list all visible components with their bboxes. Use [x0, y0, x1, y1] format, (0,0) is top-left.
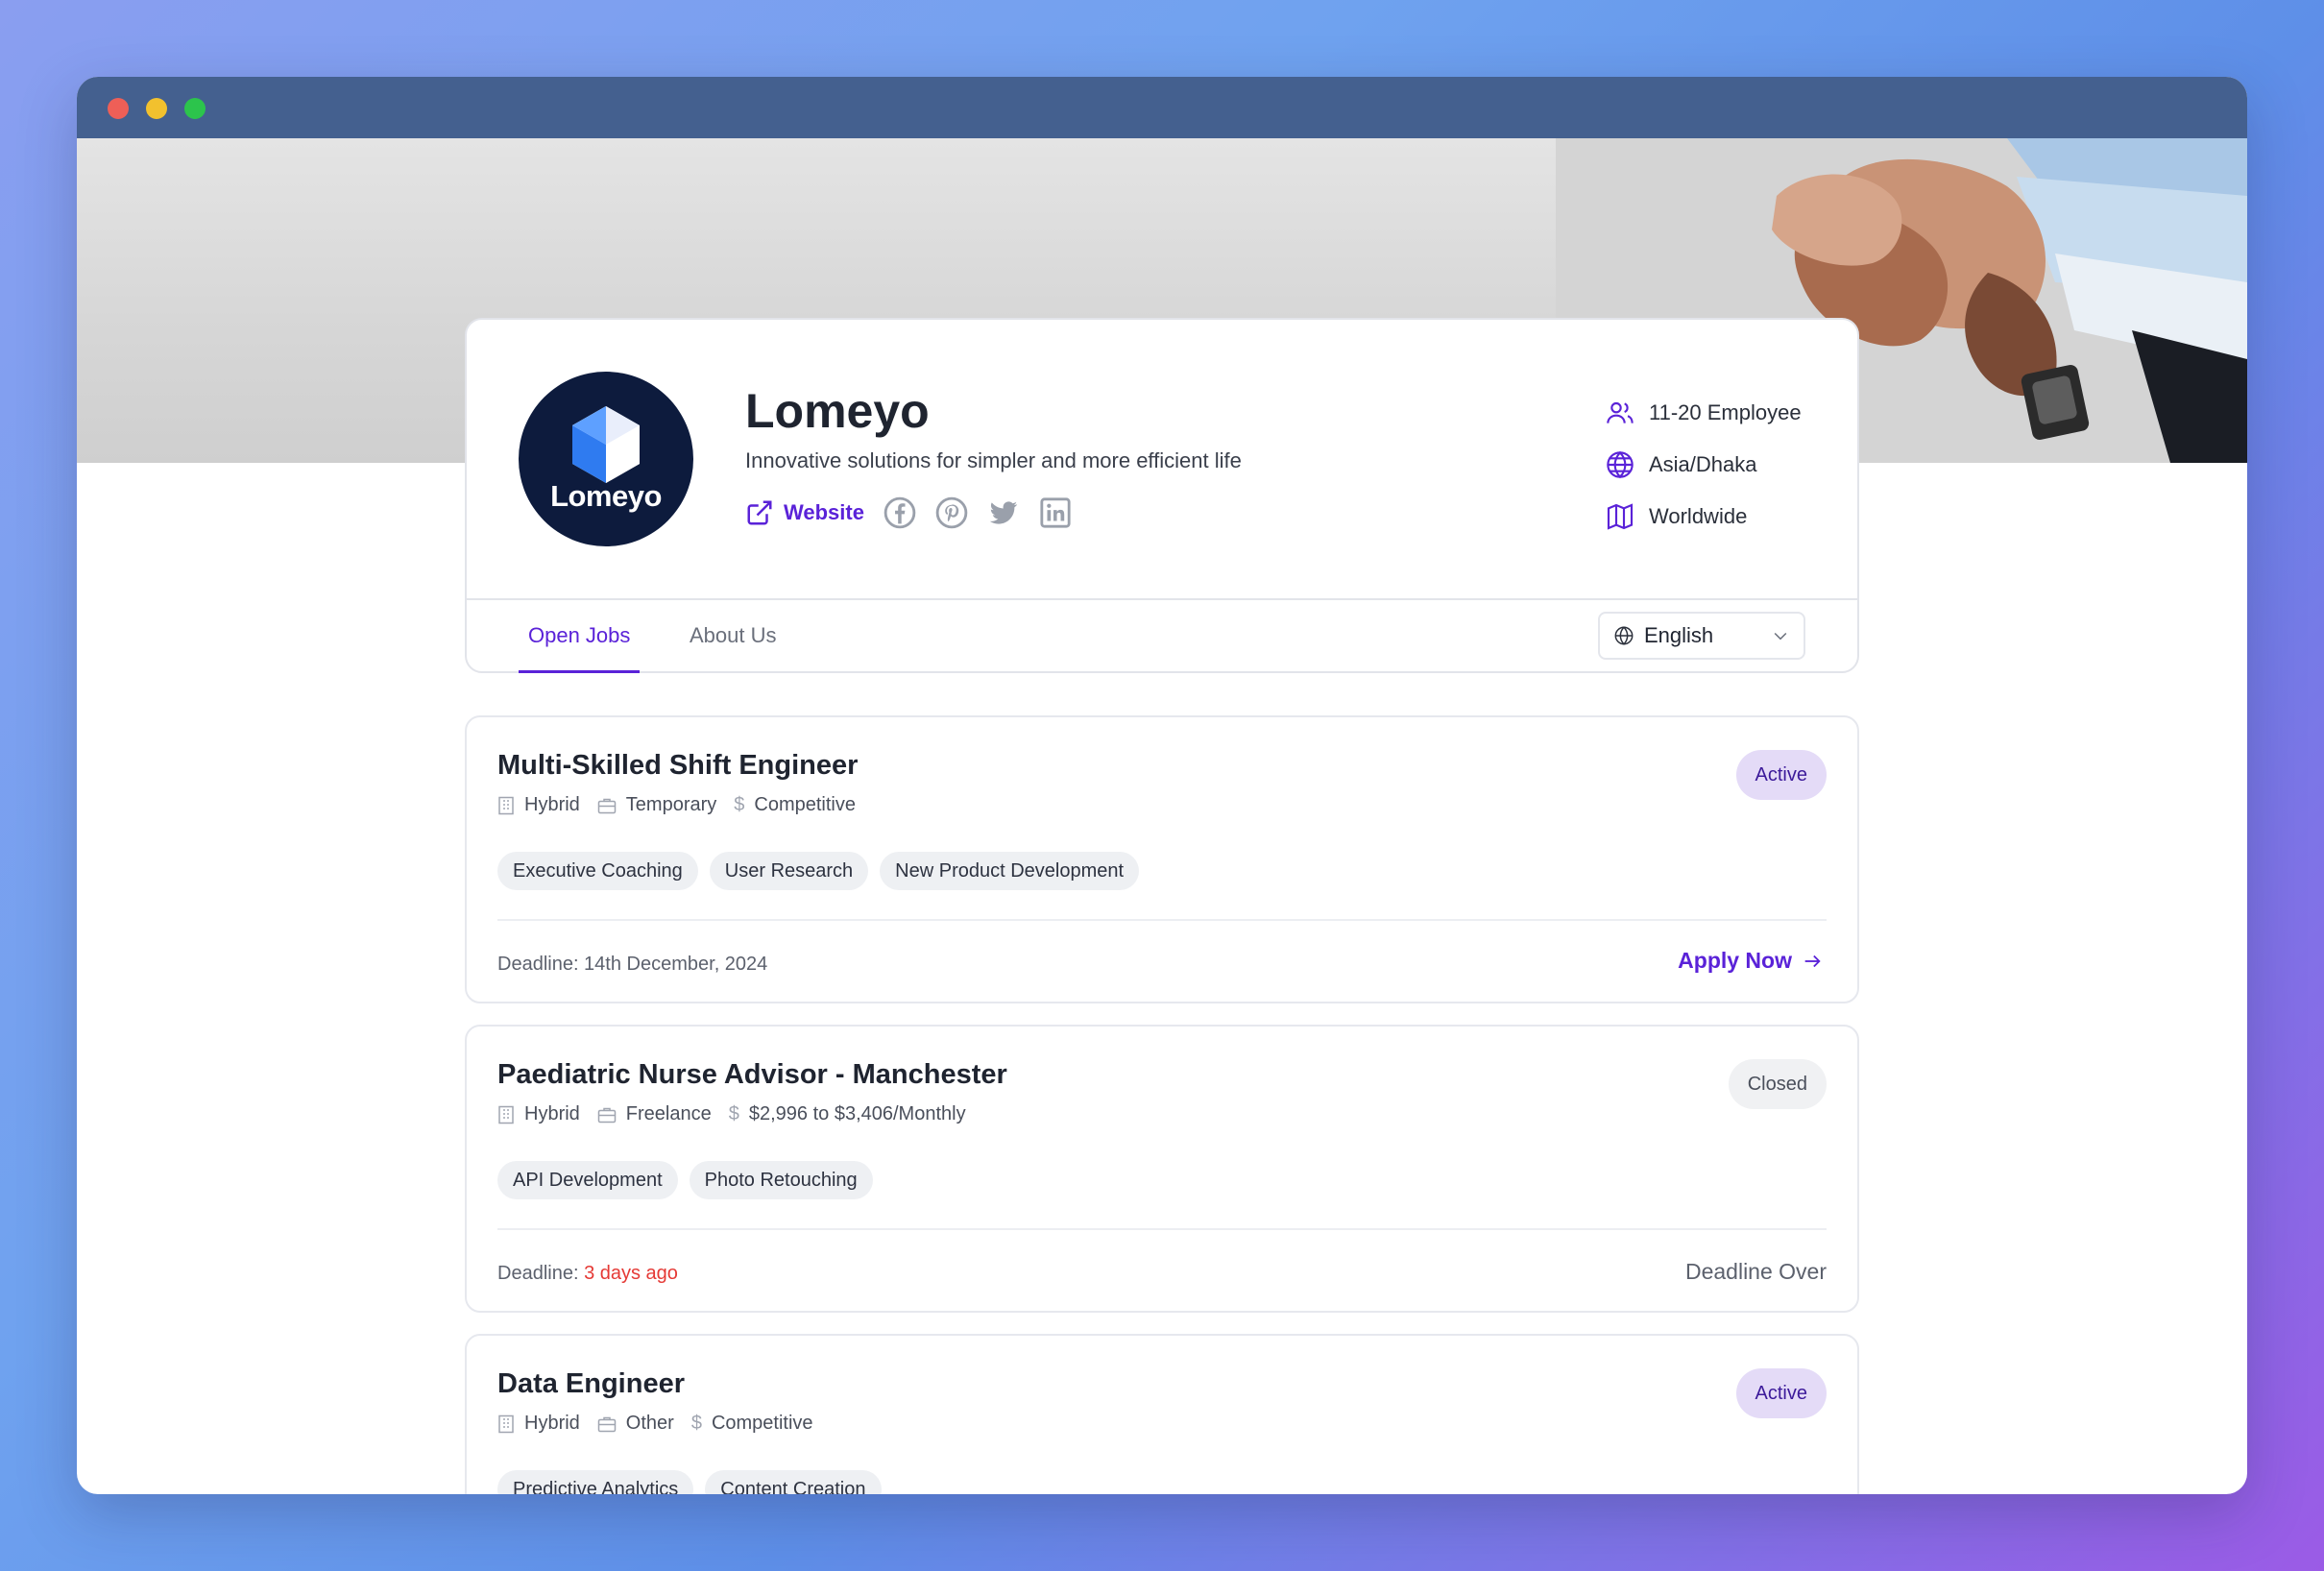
company-meta: 11-20 Employee Asia/Dhaka Worldwide [1605, 387, 1802, 543]
pinterest-icon[interactable] [935, 496, 968, 529]
external-link-icon [747, 500, 772, 525]
dollar-icon: $ [690, 1413, 702, 1434]
deadline-over-label: Deadline Over [1684, 1259, 1827, 1284]
close-window-button[interactable] [108, 98, 129, 119]
maximize-window-button[interactable] [184, 98, 206, 119]
twitter-icon[interactable] [987, 496, 1020, 529]
skill-tag: Content Creation [705, 1470, 882, 1494]
apply-now-button[interactable]: Apply Now [1678, 948, 1823, 974]
company-profile-card: Lomeyo Lomeyo Innovative solutions for s… [465, 318, 1859, 673]
cube-logo-icon [572, 406, 640, 483]
globe-icon [1614, 626, 1634, 645]
job-meta: Hybrid Temporary $ Competitive [497, 794, 873, 816]
profile-tabs: Open Jobs About Us English [467, 598, 1857, 673]
deadline-relative: 3 days ago [584, 1263, 678, 1284]
building-icon [498, 1105, 514, 1124]
job-type: Other [597, 1413, 674, 1435]
job-location: Hybrid [497, 794, 580, 816]
tab-about-us[interactable]: About Us [690, 600, 777, 673]
language-label: English [1644, 623, 1714, 647]
status-badge: Active [1735, 1368, 1827, 1418]
region-text: Worldwide [1649, 504, 1748, 528]
status-badge: Active [1735, 750, 1827, 800]
skill-tag: User Research [709, 852, 869, 890]
facebook-icon[interactable] [884, 496, 916, 529]
minimize-window-button[interactable] [146, 98, 167, 119]
website-link[interactable]: Website [745, 498, 864, 527]
website-label: Website [784, 500, 864, 524]
job-type: Freelance [597, 1103, 712, 1125]
region: Worldwide [1605, 491, 1802, 543]
map-icon [1607, 503, 1634, 530]
job-location: Hybrid [497, 1103, 580, 1125]
company-logo: Lomeyo [519, 372, 693, 546]
employee-count: 11-20 Employee [1605, 387, 1802, 439]
job-salary: $ Competitive [690, 1413, 813, 1434]
job-card: Multi-Skilled Shift Engineer Hybrid Temp… [465, 715, 1859, 1003]
job-meta: Hybrid Freelance $ $2,996 to $3,406/Mont… [497, 1103, 983, 1125]
company-links: Website [745, 496, 1091, 529]
job-tags: Predictive Analytics Content Creation [497, 1470, 893, 1494]
card-divider [497, 919, 1827, 921]
job-salary: $ $2,996 to $3,406/Monthly [728, 1103, 966, 1124]
card-divider [497, 1228, 1827, 1230]
company-name: Lomeyo [745, 384, 930, 438]
building-icon [498, 796, 514, 814]
window-titlebar [77, 77, 2247, 138]
job-title[interactable]: Paediatric Nurse Advisor - Manchester [497, 1059, 1007, 1091]
job-title[interactable]: Data Engineer [497, 1368, 685, 1400]
skill-tag: API Development [497, 1161, 678, 1199]
chevron-down-icon [1774, 632, 1787, 640]
language-select[interactable]: English [1598, 612, 1805, 660]
job-location: Hybrid [497, 1413, 580, 1435]
job-deadline: Deadline: 14th December, 2024 [497, 954, 768, 975]
briefcase-icon [597, 1416, 617, 1432]
job-meta: Hybrid Other $ Competitive [497, 1413, 831, 1435]
timezone: Asia/Dhaka [1605, 439, 1802, 491]
job-tags: API Development Photo Retouching [497, 1161, 884, 1199]
tab-open-jobs[interactable]: Open Jobs [519, 600, 641, 673]
skill-tag: Predictive Analytics [497, 1470, 694, 1494]
job-title[interactable]: Multi-Skilled Shift Engineer [497, 750, 858, 782]
browser-window: Lomeyo Lomeyo Innovative solutions for s… [77, 77, 2247, 1494]
job-card: Paediatric Nurse Advisor - Manchester Hy… [465, 1025, 1859, 1313]
building-icon [498, 1414, 514, 1433]
skill-tag: Photo Retouching [689, 1161, 873, 1199]
skill-tag: New Product Development [880, 852, 1140, 890]
employee-count-text: 11-20 Employee [1649, 400, 1802, 424]
dollar-icon: $ [728, 1103, 739, 1124]
briefcase-icon [597, 1107, 617, 1123]
job-deadline: Deadline: 3 days ago [497, 1263, 678, 1284]
job-card: Data Engineer Hybrid Other $ Competitive… [465, 1334, 1859, 1494]
linkedin-icon[interactable] [1039, 496, 1072, 529]
company-tagline: Innovative solutions for simpler and mor… [745, 448, 1242, 472]
job-tags: Executive Coaching User Research New Pro… [497, 852, 1150, 890]
logo-wordmark: Lomeyo [550, 479, 662, 513]
timezone-text: Asia/Dhaka [1649, 452, 1757, 476]
skill-tag: Executive Coaching [497, 852, 698, 890]
status-badge: Closed [1728, 1059, 1827, 1109]
job-type: Temporary [597, 794, 716, 816]
briefcase-icon [597, 798, 617, 813]
job-salary: $ Competitive [734, 794, 857, 815]
arrow-right-icon [1804, 955, 1821, 967]
dollar-icon: $ [734, 794, 745, 815]
globe-icon [1607, 450, 1634, 479]
users-icon [1607, 401, 1634, 423]
